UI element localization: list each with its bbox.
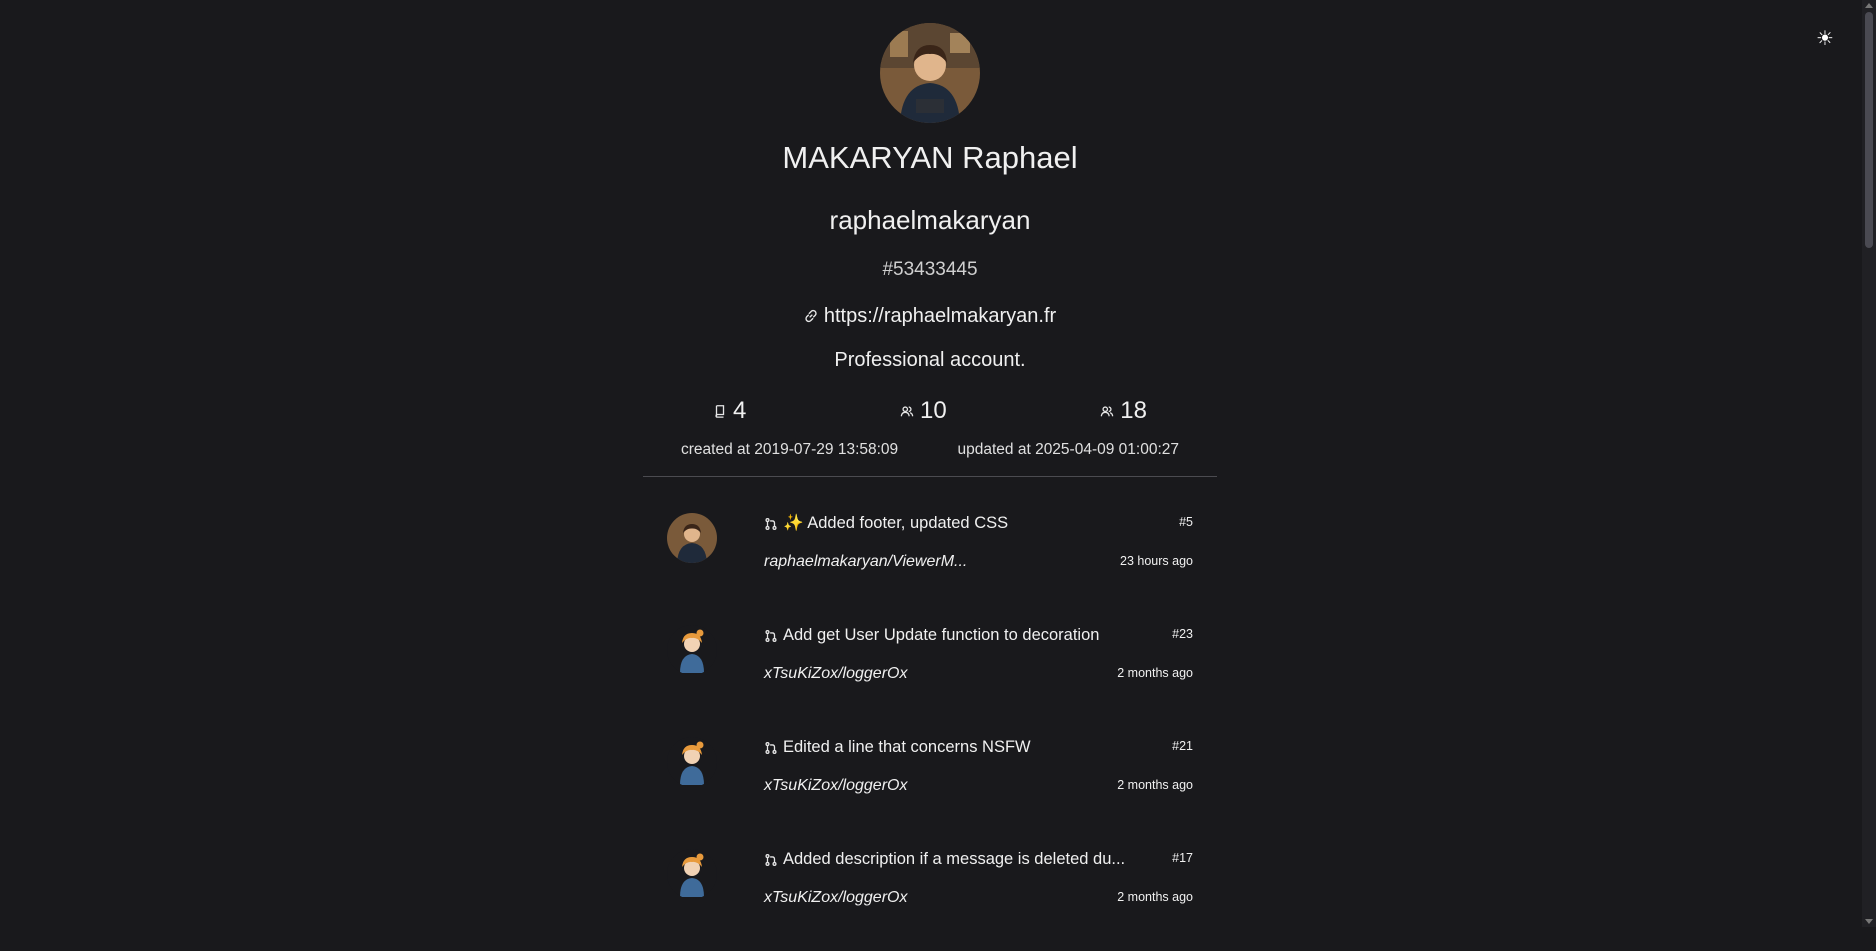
people-icon bbox=[900, 406, 914, 417]
profile-fullname: MAKARYAN Raphael bbox=[782, 140, 1078, 175]
profile-id: #53433445 bbox=[882, 259, 978, 280]
profile-stats: 4 10 18 bbox=[713, 397, 1147, 425]
pull-request-repo[interactable]: xTsuKiZox/loggerOx bbox=[764, 889, 907, 907]
profile-card: MAKARYAN Raphael raphaelmakaryan #534334… bbox=[643, 0, 1217, 951]
pull-request-number: #17 bbox=[1172, 851, 1193, 865]
pull-request-item[interactable]: Add get User Update function to decorati… bbox=[643, 615, 1217, 727]
pull-request-repo[interactable]: xTsuKiZox/loggerOx bbox=[764, 665, 907, 683]
pull-request-item[interactable]: Edited a line that concerns NSFW #21 xTs… bbox=[643, 727, 1217, 839]
followers-count: 10 bbox=[919, 397, 947, 424]
profile-login: raphaelmakaryan bbox=[829, 205, 1031, 235]
git-pull-request-icon bbox=[765, 853, 777, 866]
followers-stat: 10 bbox=[900, 397, 947, 425]
pull-request-item[interactable]: Added description if a message is delete… bbox=[643, 839, 1217, 951]
repos-stat: 4 bbox=[713, 397, 746, 425]
scroll-down-arrow-icon[interactable] bbox=[1865, 919, 1873, 924]
avatar bbox=[667, 625, 717, 675]
pull-request-title[interactable]: Edited a line that concerns NSFW bbox=[764, 738, 1031, 757]
pull-request-title[interactable]: Added description if a message is delete… bbox=[764, 850, 1125, 869]
pull-request-repo[interactable]: raphaelmakaryan/ViewerM... bbox=[764, 553, 967, 571]
created-date: created at 2019-07-29 13:58:09 bbox=[681, 441, 899, 458]
pull-request-list: ✨ Added footer, updated CSS #5 raphaelma… bbox=[643, 503, 1217, 951]
following-count: 18 bbox=[1120, 397, 1147, 424]
profile-website-link[interactable]: https://raphaelmakaryan.fr bbox=[643, 303, 1217, 329]
repo-icon bbox=[715, 405, 725, 418]
pull-request-number: #23 bbox=[1172, 627, 1193, 641]
pull-request-time: 2 months ago bbox=[1117, 890, 1193, 904]
pull-request-title[interactable]: ✨ Added footer, updated CSS bbox=[764, 514, 1008, 533]
profile-website-url[interactable]: https://raphaelmakaryan.fr bbox=[824, 303, 1056, 329]
divider bbox=[643, 476, 1217, 477]
pull-request-item[interactable]: ✨ Added footer, updated CSS #5 raphaelma… bbox=[643, 503, 1217, 615]
avatar bbox=[880, 23, 980, 123]
pull-request-time: 2 months ago bbox=[1117, 666, 1193, 680]
people-icon bbox=[1100, 406, 1114, 417]
scrollbar-thumb[interactable] bbox=[1865, 12, 1873, 248]
updated-date: updated at 2025-04-09 01:00:27 bbox=[957, 441, 1180, 458]
pull-request-number: #5 bbox=[1179, 515, 1193, 529]
profile-bio: Professional account. bbox=[834, 349, 1026, 371]
pull-request-title[interactable]: Add get User Update function to decorati… bbox=[764, 626, 1099, 645]
sun-icon[interactable]: ☀ bbox=[1814, 28, 1836, 50]
following-stat: 18 bbox=[1100, 397, 1147, 425]
pull-request-number: #21 bbox=[1172, 739, 1193, 753]
repos-count: 4 bbox=[733, 397, 747, 424]
git-pull-request-icon bbox=[765, 629, 777, 642]
profile-dates: created at 2019-07-29 13:58:09 updated a… bbox=[681, 441, 1179, 459]
avatar bbox=[667, 849, 717, 899]
pull-request-repo[interactable]: xTsuKiZox/loggerOx bbox=[764, 777, 907, 795]
link-icon bbox=[805, 309, 817, 323]
scroll-up-arrow-icon[interactable] bbox=[1865, 3, 1873, 8]
git-pull-request-icon bbox=[765, 517, 777, 530]
scrollbar[interactable] bbox=[1862, 0, 1876, 927]
avatar bbox=[667, 513, 717, 563]
git-pull-request-icon bbox=[765, 741, 777, 754]
pull-request-time: 2 months ago bbox=[1117, 778, 1193, 792]
avatar bbox=[667, 737, 717, 787]
pull-request-time: 23 hours ago bbox=[1120, 554, 1193, 568]
